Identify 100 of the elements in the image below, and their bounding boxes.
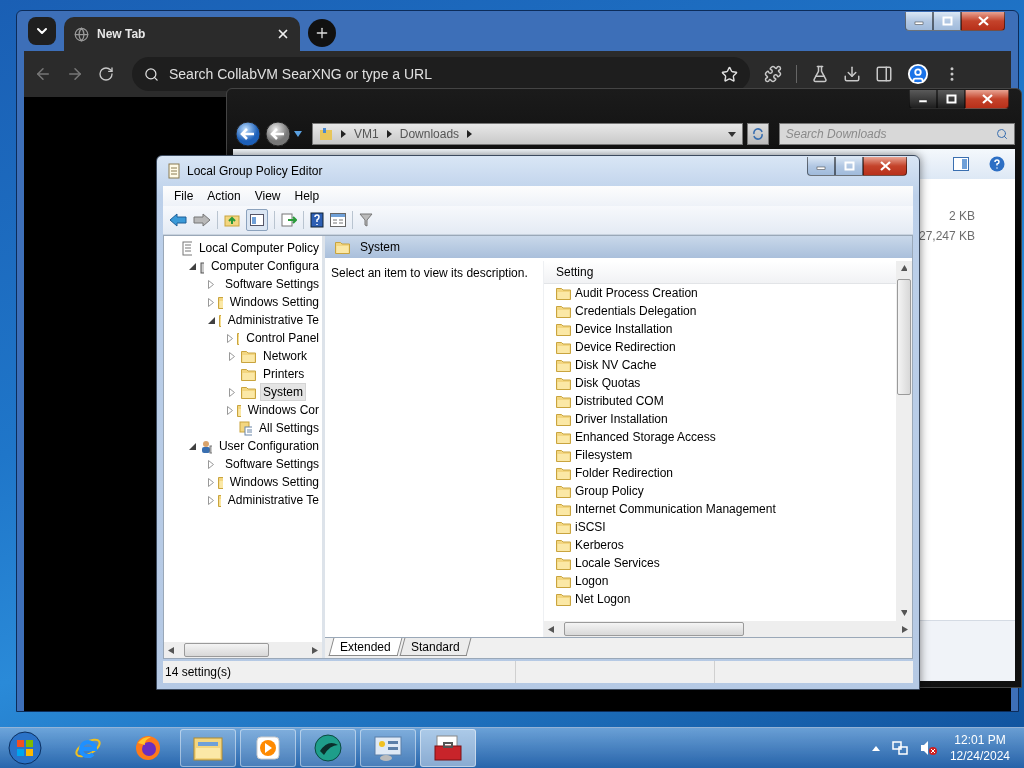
list-item[interactable]: Disk NV Cache bbox=[575, 358, 657, 372]
scroll-left-icon[interactable] bbox=[168, 646, 174, 654]
minimize-button[interactable] bbox=[909, 90, 937, 109]
horizontal-scrollbar[interactable] bbox=[164, 642, 322, 658]
flask-icon[interactable] bbox=[811, 65, 829, 83]
vertical-scrollbar[interactable] bbox=[896, 261, 912, 621]
list-item[interactable]: Net Logon bbox=[575, 592, 631, 606]
list-item[interactable]: Filesystem bbox=[575, 448, 633, 462]
list-item[interactable]: Group Policy bbox=[575, 484, 644, 498]
collapsed-arrow-icon[interactable] bbox=[208, 459, 214, 469]
tree-item[interactable]: Network bbox=[260, 347, 310, 365]
menu-item[interactable]: Help bbox=[287, 189, 327, 203]
dropdown-caret-icon[interactable] bbox=[728, 131, 737, 137]
collapsed-arrow-icon[interactable] bbox=[208, 297, 214, 307]
address-bar[interactable]: Search CollabVM SearXNG or type a URL bbox=[132, 57, 750, 91]
list-item[interactable]: Locale Services bbox=[575, 556, 660, 570]
forward-icon[interactable] bbox=[66, 65, 84, 83]
collapsed-arrow-icon[interactable] bbox=[229, 351, 235, 361]
list-item[interactable]: Kerberos bbox=[575, 538, 624, 552]
scroll-right-icon[interactable] bbox=[312, 646, 318, 654]
view-tab[interactable]: Standard bbox=[399, 638, 471, 656]
tree-item[interactable]: System bbox=[260, 383, 306, 401]
tree-item[interactable]: Windows Cor bbox=[244, 401, 322, 419]
maximize-button[interactable] bbox=[835, 157, 863, 176]
scroll-thumb[interactable] bbox=[564, 622, 744, 636]
browser-tab[interactable]: New Tab bbox=[64, 17, 300, 51]
tree-item[interactable]: Printers bbox=[260, 365, 308, 383]
scroll-thumb[interactable] bbox=[897, 279, 911, 395]
tree-item[interactable]: Computer Configura bbox=[207, 257, 322, 275]
back-button[interactable] bbox=[235, 121, 261, 147]
scroll-left-icon[interactable] bbox=[548, 625, 554, 633]
new-tab-button[interactable] bbox=[308, 19, 336, 47]
collapsed-arrow-icon[interactable] bbox=[208, 495, 214, 505]
expanded-arrow-icon[interactable] bbox=[189, 442, 196, 450]
extensions-icon[interactable] bbox=[764, 65, 782, 83]
clock[interactable]: 12:01 PM 12/24/2024 bbox=[949, 732, 1010, 764]
tree-item[interactable]: Control Panel bbox=[243, 329, 322, 347]
horizontal-scrollbar[interactable] bbox=[544, 621, 912, 637]
close-tab-icon[interactable] bbox=[276, 27, 290, 41]
refresh-button[interactable] bbox=[747, 123, 769, 145]
breadcrumb-bar[interactable]: VM1 Downloads bbox=[312, 123, 744, 145]
collapsed-arrow-icon[interactable] bbox=[229, 387, 235, 397]
list-item[interactable]: Credentials Delegation bbox=[575, 304, 697, 318]
reload-icon[interactable] bbox=[98, 66, 114, 82]
breadcrumb-item[interactable]: Downloads bbox=[399, 127, 460, 141]
close-button[interactable] bbox=[961, 12, 1005, 31]
list-item[interactable]: Distributed COM bbox=[575, 394, 664, 408]
column-header[interactable]: Setting bbox=[556, 265, 594, 279]
tree-item[interactable]: User Configuration bbox=[215, 437, 322, 455]
forward-button[interactable] bbox=[264, 121, 291, 147]
list-item[interactable]: Enhanced Storage Access bbox=[575, 430, 716, 444]
tree-item[interactable]: All Settings bbox=[255, 419, 322, 437]
view-tab[interactable]: Extended bbox=[328, 638, 403, 656]
scroll-right-icon[interactable] bbox=[902, 625, 908, 633]
taskbar-button[interactable] bbox=[300, 729, 356, 767]
breadcrumb-item[interactable]: VM1 bbox=[354, 127, 379, 141]
properties-view-icon[interactable] bbox=[330, 213, 346, 227]
list-item[interactable]: Audit Process Creation bbox=[575, 286, 698, 300]
back-icon[interactable] bbox=[34, 65, 52, 83]
list-item[interactable]: Internet Communication Management bbox=[575, 502, 776, 516]
minimize-button[interactable] bbox=[905, 12, 933, 31]
list-item[interactable]: Disk Quotas bbox=[575, 376, 641, 390]
taskbar-button[interactable] bbox=[420, 729, 476, 767]
taskbar-button[interactable] bbox=[240, 729, 296, 767]
show-tree-button[interactable] bbox=[246, 209, 268, 231]
bookmark-star-icon[interactable] bbox=[721, 65, 738, 83]
collapsed-arrow-icon[interactable] bbox=[208, 279, 214, 289]
tree-item[interactable]: Local Computer Policy bbox=[195, 239, 322, 257]
list-item[interactable]: Driver Installation bbox=[575, 412, 668, 426]
list-item[interactable]: Logon bbox=[575, 574, 609, 588]
network-icon[interactable] bbox=[891, 740, 908, 756]
collapsed-arrow-icon[interactable] bbox=[227, 405, 233, 415]
list-item[interactable]: Device Redirection bbox=[575, 340, 676, 354]
start-button[interactable] bbox=[7, 730, 43, 766]
collapsed-arrow-icon[interactable] bbox=[208, 477, 214, 487]
side-panel-icon[interactable] bbox=[875, 65, 893, 83]
expanded-arrow-icon[interactable] bbox=[208, 316, 215, 324]
back-arrow-icon[interactable] bbox=[169, 213, 187, 227]
tree-item[interactable]: Software Settings bbox=[222, 275, 322, 293]
help-icon[interactable] bbox=[310, 212, 324, 228]
tree-item[interactable]: Software Settings bbox=[222, 455, 322, 473]
forward-arrow-icon[interactable] bbox=[193, 213, 211, 227]
tree-item[interactable]: Windows Setting bbox=[226, 293, 322, 311]
scroll-thumb[interactable] bbox=[184, 643, 269, 657]
menu-item[interactable]: File bbox=[167, 189, 201, 203]
scroll-up-icon[interactable] bbox=[901, 265, 907, 272]
close-button[interactable] bbox=[965, 90, 1009, 109]
history-caret-icon[interactable] bbox=[294, 131, 303, 137]
tree-item[interactable]: Administrative Te bbox=[224, 491, 322, 509]
show-hidden-icons-icon[interactable] bbox=[871, 745, 880, 751]
maximize-button[interactable] bbox=[937, 90, 965, 109]
scroll-down-icon[interactable] bbox=[901, 610, 907, 617]
menu-item[interactable]: Action bbox=[200, 189, 248, 203]
minimize-button[interactable] bbox=[807, 157, 835, 176]
list-item[interactable]: Folder Redirection bbox=[575, 466, 674, 480]
preview-pane-icon[interactable] bbox=[953, 157, 969, 171]
list-item[interactable]: Device Installation bbox=[575, 322, 673, 336]
up-folder-icon[interactable] bbox=[224, 213, 240, 227]
help-icon[interactable] bbox=[989, 156, 1005, 172]
tree-item[interactable]: Windows Setting bbox=[226, 473, 322, 491]
